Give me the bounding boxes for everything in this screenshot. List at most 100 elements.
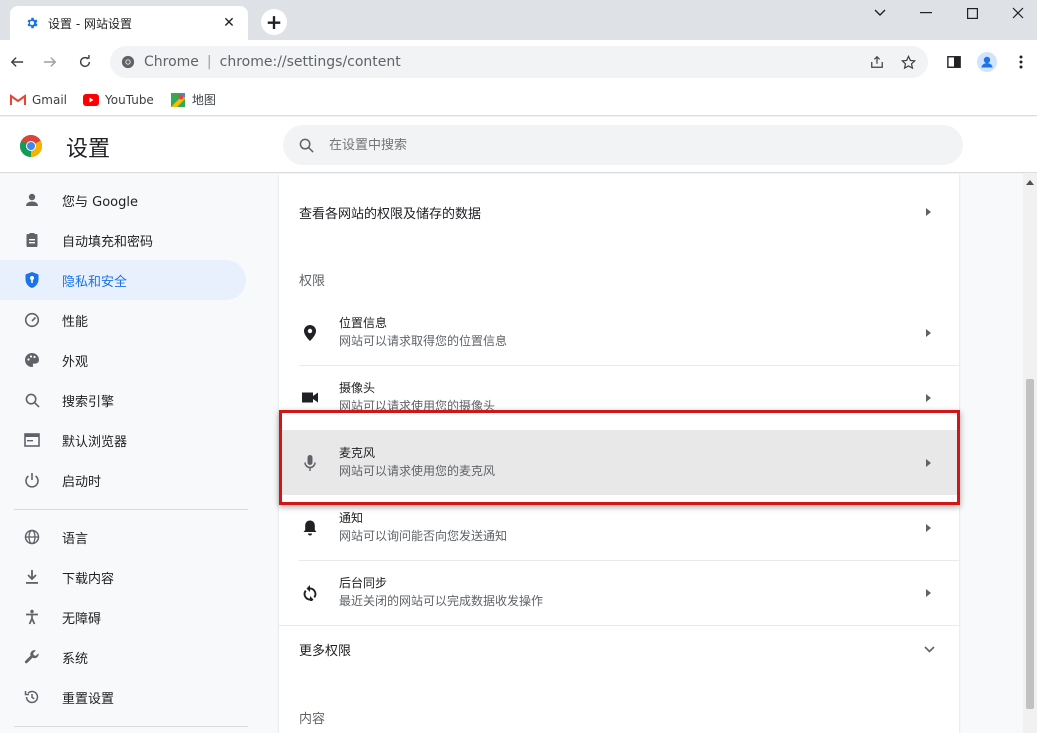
sidebar-item-label: 隐私和安全	[62, 274, 128, 290]
menu-button[interactable]	[1011, 52, 1031, 72]
permission-row-location[interactable]: 位置信息 网站可以请求取得您的位置信息	[279, 300, 959, 365]
speedometer-icon	[22, 310, 42, 330]
sidebar-item-label: 搜索引擎	[62, 394, 115, 410]
settings-gear-icon	[24, 15, 40, 31]
sidebar-item-label: 下载内容	[62, 571, 115, 587]
sidebar-item-on-startup[interactable]: 启动时	[0, 460, 246, 500]
arrow-right-icon	[923, 327, 935, 339]
sidebar-item-label: 默认浏览器	[62, 434, 128, 450]
site-settings-card: 查看各网站的权限及储存的数据 权限 位置信息 网站可以请求取得您的位置信息 摄像…	[279, 174, 959, 733]
view-sites-data-row[interactable]: 查看各网站的权限及储存的数据	[279, 174, 959, 250]
permission-subtitle: 网站可以请求取得您的位置信息	[339, 334, 508, 348]
bookmarks-bar: Gmail YouTube 地图	[0, 84, 1037, 116]
browser-tab[interactable]: 设置 - 网站设置 ✕	[10, 6, 248, 40]
browser-icon	[22, 430, 42, 450]
share-icon[interactable]	[869, 54, 885, 70]
chrome-site-icon	[120, 54, 136, 70]
side-panel-button[interactable]	[944, 52, 964, 72]
bookmark-gmail[interactable]: Gmail	[10, 93, 67, 107]
permission-row-background-sync[interactable]: 后台同步 最近关闭的网站可以完成数据收发操作	[279, 560, 959, 625]
sidebar-item-privacy[interactable]: 隐私和安全	[0, 260, 246, 300]
more-vertical-icon	[1019, 55, 1023, 69]
scroll-up-arrow-icon[interactable]	[1025, 177, 1035, 187]
side-panel-icon	[947, 56, 961, 68]
page-title: 设置	[66, 137, 111, 162]
chrome-logo-icon	[20, 135, 42, 157]
settings-header: 设置	[0, 117, 1037, 173]
sidebar-item-search-engine[interactable]: 搜索引擎	[0, 380, 246, 420]
history-icon	[22, 687, 42, 707]
search-input[interactable]	[329, 137, 929, 153]
search-icon	[297, 136, 315, 154]
sidebar-item-appearance[interactable]: 外观	[0, 340, 246, 380]
shield-icon	[22, 270, 42, 290]
power-icon	[22, 470, 42, 490]
bookmark-maps[interactable]: 地图	[170, 91, 216, 108]
sidebar-item-downloads[interactable]: 下载内容	[0, 557, 246, 597]
sidebar-item-languages[interactable]: 语言	[0, 517, 246, 557]
arrow-right-icon	[923, 206, 935, 218]
avatar-icon	[977, 52, 997, 72]
sidebar-item-label: 重置设置	[62, 691, 115, 707]
sidebar-item-system[interactable]: 系统	[0, 637, 246, 677]
reload-button[interactable]	[73, 50, 97, 74]
permission-row-microphone[interactable]: 麦克风 网站可以请求使用您的麦克风	[279, 430, 959, 495]
scrollbar-thumb[interactable]	[1026, 379, 1034, 709]
maps-icon	[170, 92, 186, 107]
close-window-button[interactable]	[995, 0, 1037, 26]
sidebar-item-performance[interactable]: 性能	[0, 300, 246, 340]
tab-title: 设置 - 网站设置	[48, 16, 132, 31]
url-text: chrome://settings/content	[219, 54, 401, 70]
new-tab-button[interactable]: +	[261, 9, 287, 35]
back-button[interactable]	[5, 50, 29, 74]
arrow-right-icon	[923, 587, 935, 599]
permission-title: 通知	[339, 511, 364, 525]
maximize-button[interactable]	[949, 0, 995, 26]
view-sites-data-label: 查看各网站的权限及储存的数据	[299, 206, 482, 222]
gmail-icon	[10, 93, 26, 107]
minimize-button[interactable]	[903, 0, 949, 26]
sidebar-item-default-browser[interactable]: 默认浏览器	[0, 420, 246, 460]
camera-icon	[301, 389, 319, 407]
tab-close-icon[interactable]: ✕	[220, 14, 238, 32]
settings-search[interactable]	[283, 125, 963, 165]
permission-title: 后台同步	[339, 576, 388, 590]
tab-strip: 设置 - 网站设置 ✕ +	[0, 0, 1037, 40]
content-section-title: 内容	[299, 712, 326, 727]
browser-toolbar: Chrome | chrome://settings/content	[0, 40, 1037, 84]
palette-icon	[22, 350, 42, 370]
url-separator: |	[206, 54, 212, 70]
profile-button[interactable]	[977, 52, 997, 72]
bookmark-label: 地图	[191, 93, 216, 107]
tab-search-button[interactable]	[857, 0, 903, 26]
sidebar-item-reset[interactable]: 重置设置	[0, 677, 246, 717]
settings-body: 您与 Google 自动填充和密码 隐私和安全 性能 外观 搜索引擎 默认浏览器	[0, 174, 1037, 733]
permission-subtitle: 网站可以询问能否向您发送通知	[339, 529, 508, 543]
permission-title: 位置信息	[339, 316, 388, 330]
sidebar-item-label: 性能	[62, 314, 89, 330]
arrow-right-icon	[923, 392, 935, 404]
sidebar-item-label: 系统	[62, 651, 89, 667]
permission-row-camera[interactable]: 摄像头 网站可以请求使用您的摄像头	[279, 365, 959, 430]
address-bar[interactable]: Chrome | chrome://settings/content	[110, 46, 928, 78]
accessibility-icon	[22, 607, 42, 627]
youtube-icon	[83, 93, 100, 107]
page-scrollbar[interactable]	[1023, 174, 1037, 733]
sidebar-item-autofill[interactable]: 自动填充和密码	[0, 220, 246, 260]
arrow-right-icon	[923, 457, 935, 469]
chevron-down-icon	[874, 9, 886, 16]
more-permissions-row[interactable]: 更多权限	[279, 625, 959, 673]
permission-subtitle: 网站可以请求使用您的摄像头	[339, 399, 496, 413]
bookmark-label: YouTube	[105, 92, 154, 107]
permission-subtitle: 网站可以请求使用您的麦克风	[339, 464, 496, 478]
bookmark-youtube[interactable]: YouTube	[83, 93, 154, 107]
sidebar-item-label: 语言	[62, 531, 89, 547]
star-bookmark-icon[interactable]	[900, 54, 916, 70]
forward-button[interactable]	[38, 50, 62, 74]
sidebar-item-accessibility[interactable]: 无障碍	[0, 597, 246, 637]
sidebar-divider	[14, 509, 248, 510]
plus-icon: +	[265, 10, 283, 34]
sidebar-item-you-and-google[interactable]: 您与 Google	[0, 180, 246, 220]
permission-row-notifications[interactable]: 通知 网站可以询问能否向您发送通知	[279, 495, 959, 560]
download-icon	[22, 567, 42, 587]
